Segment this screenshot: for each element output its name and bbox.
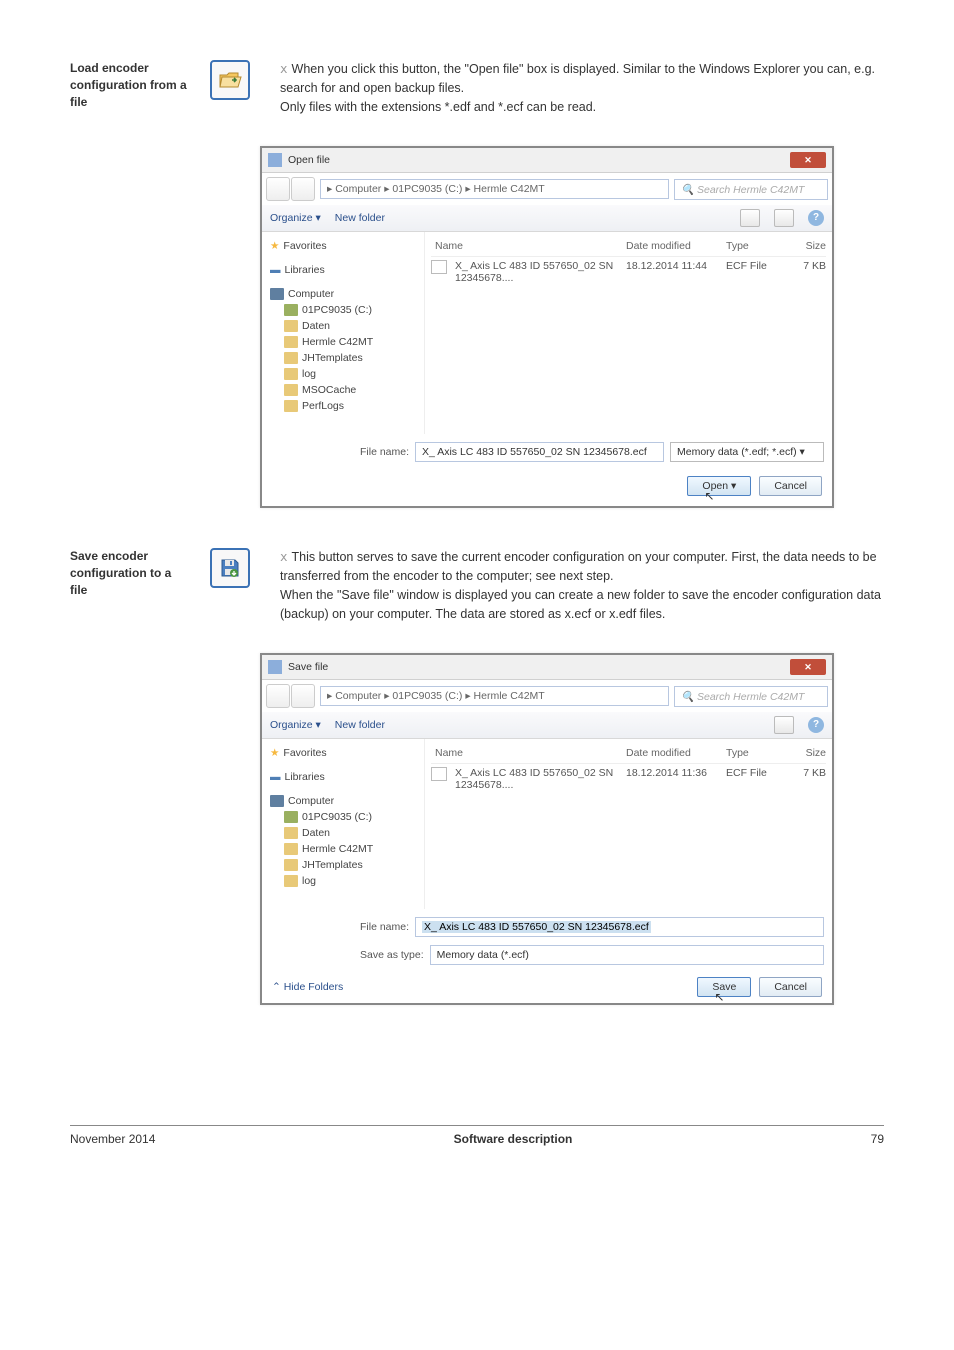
file-name-label: File name:	[360, 921, 409, 933]
path-input[interactable]: ▸ Computer ▸ 01PC9035 (C:) ▸ Hermle C42M…	[320, 179, 669, 199]
new-folder-button[interactable]: New folder	[335, 719, 385, 731]
help-button[interactable]: ?	[808, 717, 824, 733]
organize-dropdown[interactable]: Organize ▾	[270, 719, 321, 731]
close-button[interactable]: ✕	[790, 659, 826, 675]
path-input[interactable]: ▸ Computer ▸ 01PC9035 (C:) ▸ Hermle C42M…	[320, 686, 669, 706]
new-folder-button[interactable]: New folder	[335, 212, 385, 224]
footer-page: 79	[871, 1132, 884, 1146]
footer-date: November 2014	[70, 1132, 155, 1146]
back-button[interactable]	[266, 684, 290, 708]
forward-button[interactable]	[291, 177, 315, 201]
save-config-text: xThis button serves to save the current …	[280, 548, 884, 623]
close-button[interactable]: ✕	[790, 152, 826, 168]
file-row[interactable]: X_ Axis LC 483 ID 557650_02 SN 12345678.…	[431, 257, 826, 287]
preview-button[interactable]	[774, 209, 794, 227]
organize-dropdown[interactable]: Organize ▾	[270, 212, 321, 224]
save-config-label: Save encoder configuration to a file	[70, 548, 190, 623]
file-row[interactable]: X_ Axis LC 483 ID 557650_02 SN 12345678.…	[431, 764, 826, 794]
view-button[interactable]	[740, 209, 760, 227]
search-input[interactable]: 🔍 Search Hermle C42MT	[674, 179, 828, 200]
nav-pane: ★Favorites ▬Libraries Computer 01PC9035 …	[262, 232, 425, 434]
footer-title: Software description	[454, 1132, 573, 1146]
file-list-header: Name Date modified Type Size	[431, 745, 826, 764]
search-input[interactable]: 🔍 Search Hermle C42MT	[674, 686, 828, 707]
file-name-input[interactable]: X_ Axis LC 483 ID 557650_02 SN 12345678.…	[415, 442, 664, 462]
view-button[interactable]	[774, 716, 794, 734]
dialog-title: Open file	[288, 154, 790, 166]
cancel-button[interactable]: Cancel	[759, 476, 822, 496]
save-type-select[interactable]: Memory data (*.ecf)	[430, 945, 824, 965]
hide-folders-button[interactable]: ⌃ Hide Folders	[272, 981, 343, 993]
dialog-icon	[268, 660, 282, 674]
load-config-label: Load encoder configuration from a file	[70, 60, 190, 116]
open-file-icon	[210, 60, 250, 100]
open-file-dialog: Open file ✕ ▸ Computer ▸ 01PC9035 (C:) ▸…	[260, 146, 834, 508]
dialog-title: Save file	[288, 661, 790, 673]
nav-pane: ★Favorites ▬Libraries Computer 01PC9035 …	[262, 739, 425, 909]
file-icon	[431, 767, 447, 781]
save-file-dialog: Save file ✕ ▸ Computer ▸ 01PC9035 (C:) ▸…	[260, 653, 834, 1005]
save-type-label: Save as type:	[360, 949, 424, 961]
back-button[interactable]	[266, 177, 290, 201]
save-button[interactable]: Save↖	[697, 977, 751, 997]
page-footer: November 2014 Software description 79	[70, 1125, 884, 1146]
forward-button[interactable]	[291, 684, 315, 708]
file-name-input[interactable]: X_ Axis LC 483 ID 557650_02 SN 12345678.…	[415, 917, 824, 937]
file-list-header: Name Date modified Type Size	[431, 238, 826, 257]
file-icon	[431, 260, 447, 274]
load-config-text: xWhen you click this button, the "Open f…	[280, 60, 884, 116]
cancel-button[interactable]: Cancel	[759, 977, 822, 997]
save-file-icon	[210, 548, 250, 588]
file-type-select[interactable]: Memory data (*.edf; *.ecf) ▾	[670, 442, 824, 462]
dialog-icon	[268, 153, 282, 167]
open-button[interactable]: Open ▾↖	[687, 476, 751, 496]
file-name-label: File name:	[360, 446, 409, 458]
help-button[interactable]: ?	[808, 210, 824, 226]
